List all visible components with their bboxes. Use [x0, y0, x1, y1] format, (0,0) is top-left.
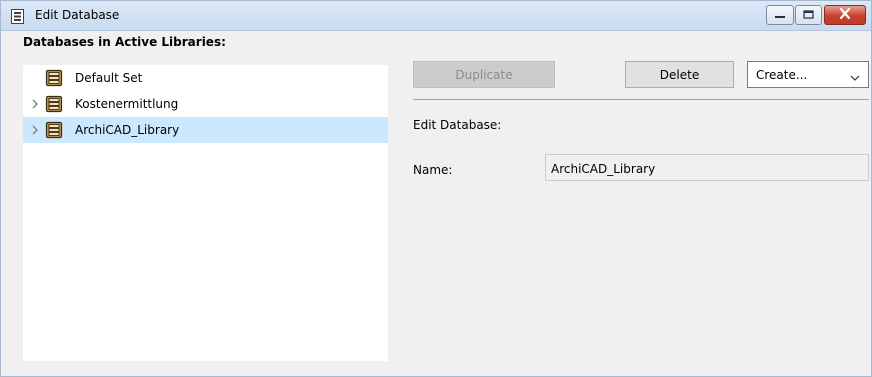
- close-button[interactable]: [824, 5, 866, 25]
- database-cabinet-icon: [45, 69, 63, 87]
- chevron-right-icon[interactable]: [31, 124, 39, 136]
- close-icon: [839, 7, 851, 22]
- delete-button-label: Delete: [659, 67, 700, 82]
- edit-database-heading: Edit Database:: [413, 118, 502, 132]
- delete-button[interactable]: Delete: [625, 61, 734, 88]
- duplicate-button[interactable]: Duplicate: [413, 61, 555, 88]
- tree-item-label: Default Set: [75, 71, 143, 85]
- database-tree[interactable]: Default Set Kostenermittlung ArchiCAD_Li…: [23, 65, 388, 361]
- tree-item-label: ArchiCAD_Library: [75, 123, 180, 137]
- databases-list-label: Databases in Active Libraries:: [23, 35, 226, 49]
- name-label: Name:: [413, 163, 453, 177]
- chevron-right-icon[interactable]: [31, 98, 39, 110]
- minimize-button[interactable]: [766, 5, 794, 25]
- tree-item-label: Kostenermittlung: [75, 97, 179, 111]
- database-document-icon: [11, 9, 24, 24]
- tree-item-default-set[interactable]: Default Set: [23, 65, 388, 91]
- chevron-down-icon: [850, 71, 860, 81]
- title-bar[interactable]: Edit Database: [1, 1, 871, 31]
- edit-database-window: Edit Database Databases in Active Librar…: [0, 0, 872, 377]
- database-cabinet-icon: [45, 95, 63, 113]
- name-field[interactable]: ArchiCAD_Library: [545, 154, 869, 181]
- minimize-icon: [774, 8, 786, 22]
- window-title: Edit Database: [35, 8, 120, 22]
- maximize-icon: [803, 8, 814, 22]
- duplicate-button-label: Duplicate: [455, 67, 513, 82]
- tree-item-archicad-library[interactable]: ArchiCAD_Library: [23, 117, 388, 143]
- database-cabinet-icon: [45, 121, 63, 139]
- create-dropdown-value: Create...: [756, 68, 808, 82]
- create-dropdown[interactable]: Create...: [747, 61, 869, 88]
- divider: [413, 99, 869, 100]
- name-field-value: ArchiCAD_Library: [551, 162, 656, 176]
- maximize-button[interactable]: [795, 5, 822, 25]
- tree-item-kostenermittlung[interactable]: Kostenermittlung: [23, 91, 388, 117]
